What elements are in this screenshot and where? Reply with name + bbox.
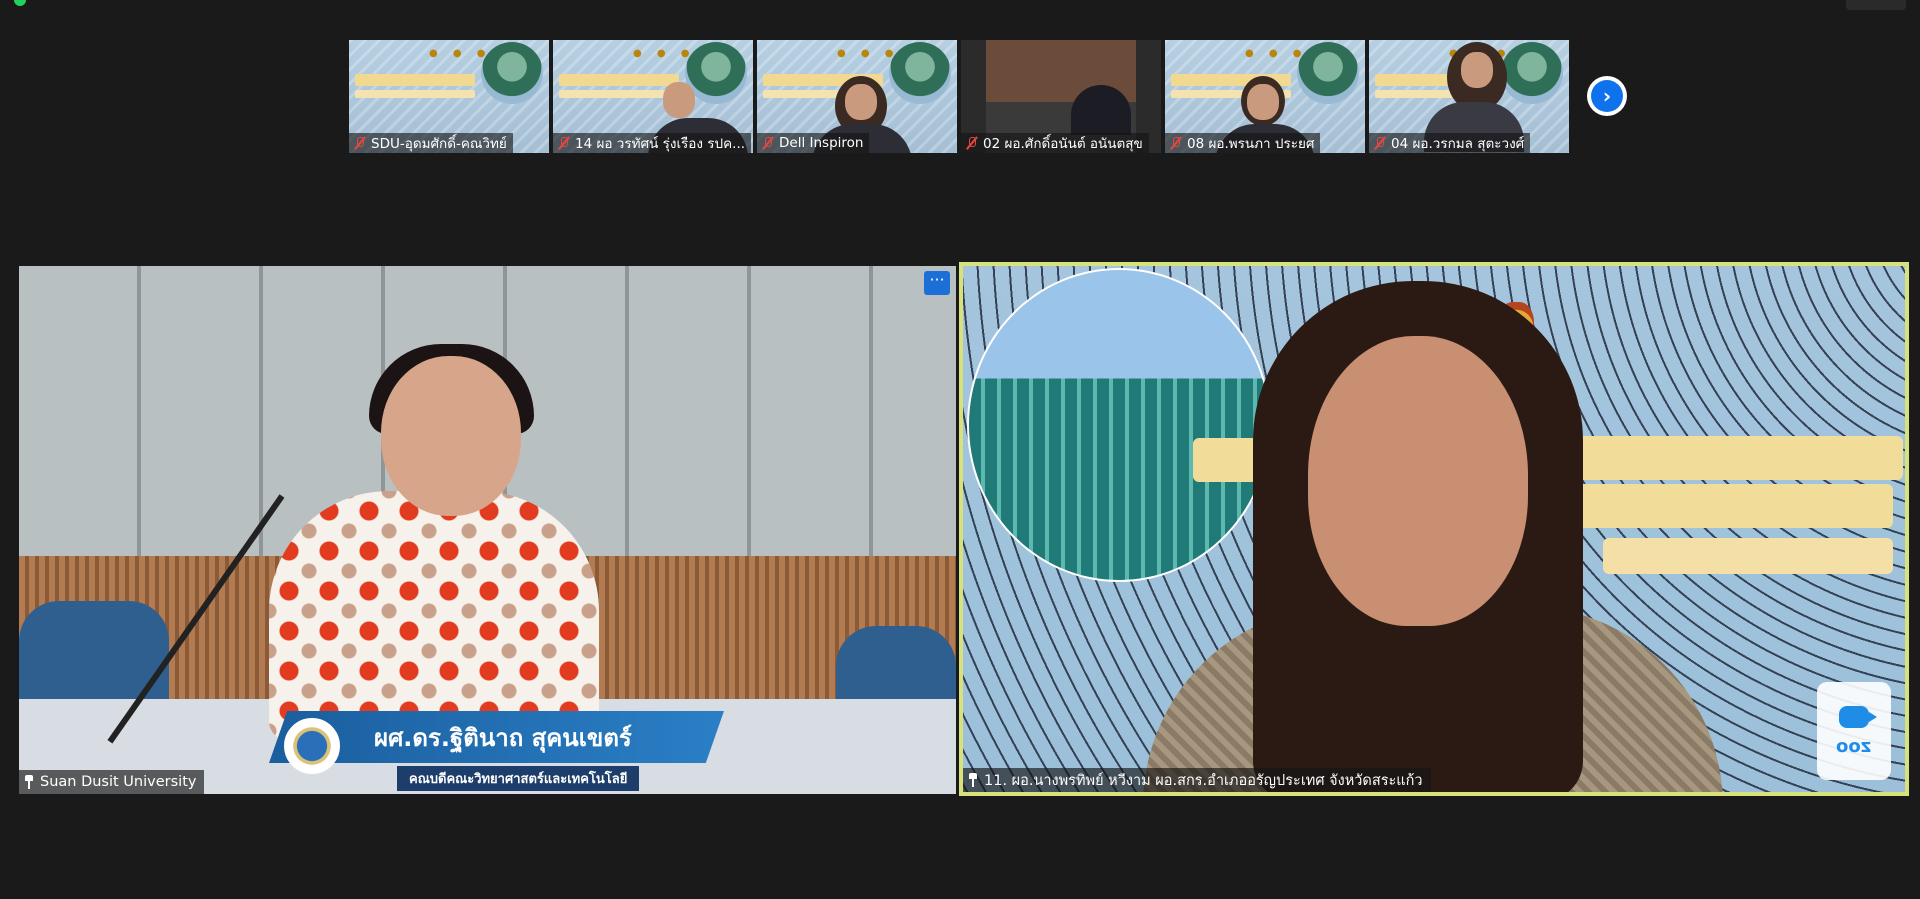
participant-name-label: 02 ผอ.ศักดิ์อนันต์ อนันตสุข	[961, 133, 1149, 153]
participant-name-label: SDU-อุดมศักดิ์-คณวิทย์	[349, 133, 513, 153]
video-tile-active-speaker[interactable]: zoo 11. ผอ.นางพรทิพย์ หวีงาม ผอ.สกร.อำเภ…	[959, 262, 1909, 796]
participant-thumbnail[interactable]: ● ● ● 08 ผอ.พรนภา ประยศ	[1165, 40, 1365, 153]
mic-muted-icon	[1169, 136, 1183, 150]
video-tile-left[interactable]: ผศ.ดร.ฐิตินาถ สุคนเขตร์ คณบดีคณะวิทยาศาส…	[19, 266, 956, 794]
status-dot-icon	[14, 0, 26, 6]
mic-muted-icon	[557, 136, 571, 150]
participant-name: 04 ผอ.วรกมล สุตะวงศ์	[1391, 136, 1525, 152]
building-photo	[967, 268, 1271, 582]
more-options-button[interactable]: ···	[924, 271, 950, 295]
participant-thumbnail[interactable]: ● ● ● 04 ผอ.วรกมล สุตะวงศ์	[1369, 40, 1569, 153]
participant-thumbnail[interactable]: ● ● ● Dell Inspiron	[757, 40, 957, 153]
zoom-logo-text: zoo	[1836, 735, 1872, 757]
participant-thumbnail[interactable]: ● ● ● SDU-อุดมศักดิ์-คณวิทย์	[349, 40, 549, 153]
mic-muted-icon	[353, 136, 367, 150]
participant-name: 08 ผอ.พรนภา ประยศ	[1187, 136, 1315, 152]
participant-strip: ● ● ● SDU-อุดมศักดิ์-คณวิทย์ ● ● ● 14 ผอ…	[349, 40, 1570, 153]
participant-name: 14 ผอ วรทัศน์ รุ่งเรือง รปค...	[575, 136, 746, 152]
participant-name-label: 14 ผอ วรทัศน์ รุ่งเรือง รปค...	[553, 133, 752, 153]
emblem-icons: ● ● ●	[837, 48, 900, 59]
participant-name: Dell Inspiron	[779, 135, 864, 151]
university-logo-icon	[284, 718, 340, 774]
chevron-right-icon: ›	[1591, 80, 1623, 112]
view-options-button[interactable]	[1846, 0, 1906, 10]
speaker-video	[269, 491, 599, 741]
participant-name-label: 11. ผอ.นางพรทิพย์ หวีงาม ผอ.สกร.อำเภออรั…	[963, 768, 1431, 792]
participant-thumbnail[interactable]: ● ● ● 14 ผอ วรทัศน์ รุ่งเรือง รปค...	[553, 40, 753, 153]
mic-muted-icon	[965, 136, 979, 150]
participant-name: SDU-อุดมศักดิ์-คณวิทย์	[371, 136, 507, 152]
participant-name-label: 08 ผอ.พรนภา ประยศ	[1165, 133, 1321, 153]
emblem-icons: ● ● ●	[1245, 48, 1308, 59]
lower-third-title: คณบดีคณะวิทยาศาสตร์และเทคโนโลยี	[397, 766, 640, 791]
participant-thumbnail[interactable]: 02 ผอ.ศักดิ์อนันต์ อนันตสุข	[961, 40, 1161, 153]
mic-muted-icon	[761, 136, 775, 150]
participant-name-label: 04 ผอ.วรกมล สุตะวงศ์	[1369, 133, 1531, 153]
participant-name: 11. ผอ.นางพรทิพย์ หวีงาม ผอ.สกร.อำเภออรั…	[984, 772, 1423, 789]
participant-name: Suan Dusit University	[40, 774, 197, 790]
participant-name-label: Dell Inspiron	[757, 133, 870, 153]
pin-icon	[967, 773, 979, 787]
zoom-logo-icon: zoo	[1817, 682, 1891, 780]
participant-name: 02 ผอ.ศักดิ์อนันต์ อนันตสุข	[983, 136, 1143, 152]
mic-muted-icon	[1373, 136, 1387, 150]
lower-third-name: ผศ.ดร.ฐิตินาถ สุคนเขตร์	[374, 724, 632, 752]
pin-icon	[23, 775, 35, 789]
emblem-icons: ● ● ●	[633, 48, 696, 59]
emblem-icons: ● ● ●	[429, 48, 492, 59]
participant-name-label: Suan Dusit University	[19, 770, 205, 794]
next-page-button[interactable]: ›	[1587, 76, 1627, 116]
